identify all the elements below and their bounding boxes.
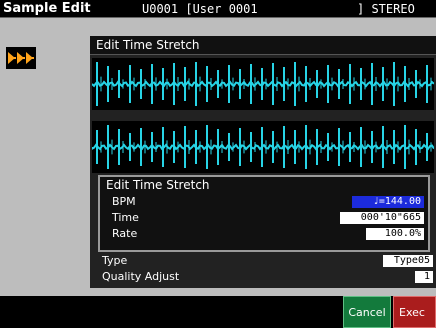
time-value[interactable]: 000'10"665 (340, 212, 424, 224)
type-value[interactable]: Type05 (383, 255, 433, 267)
sample-edit-screen: Sample Edit U0001 [User 0001 ] STEREO Ed… (0, 0, 436, 328)
bpm-label: BPM (112, 195, 136, 208)
cancel-button[interactable]: Cancel (343, 296, 391, 328)
rate-label: Rate (112, 227, 138, 240)
title-divider (0, 17, 436, 18)
rate-value[interactable]: 100.0% (366, 228, 424, 240)
edit-time-stretch-panel: Edit Time Stretch Edit Time Stretch BPM … (90, 36, 436, 288)
quality-adjust-value[interactable]: 1 (415, 271, 433, 283)
screen-title: Sample Edit (3, 1, 91, 16)
panel-title: Edit Time Stretch (96, 38, 200, 52)
time-stretch-settings: Edit Time Stretch BPM ♩=144.00 Time 000'… (98, 175, 430, 252)
function-bar: Cancel Exec (0, 296, 436, 328)
triple-play-arrow-icon[interactable] (6, 47, 36, 69)
exec-button[interactable]: Exec (393, 296, 436, 328)
channel-mode: ] STEREO (357, 2, 415, 16)
type-label: Type (102, 254, 128, 267)
settings-title: Edit Time Stretch (106, 178, 210, 192)
quality-adjust-label: Quality Adjust (102, 270, 180, 283)
waveform-right (92, 121, 434, 173)
time-label: Time (112, 211, 139, 224)
bpm-value[interactable]: ♩=144.00 (352, 196, 424, 208)
title-bar: Sample Edit U0001 [User 0001 ] STEREO (0, 0, 436, 18)
sample-id: U0001 [User 0001 (142, 2, 258, 16)
panel-title-bar: Edit Time Stretch (90, 36, 436, 55)
waveform-left (92, 58, 434, 110)
